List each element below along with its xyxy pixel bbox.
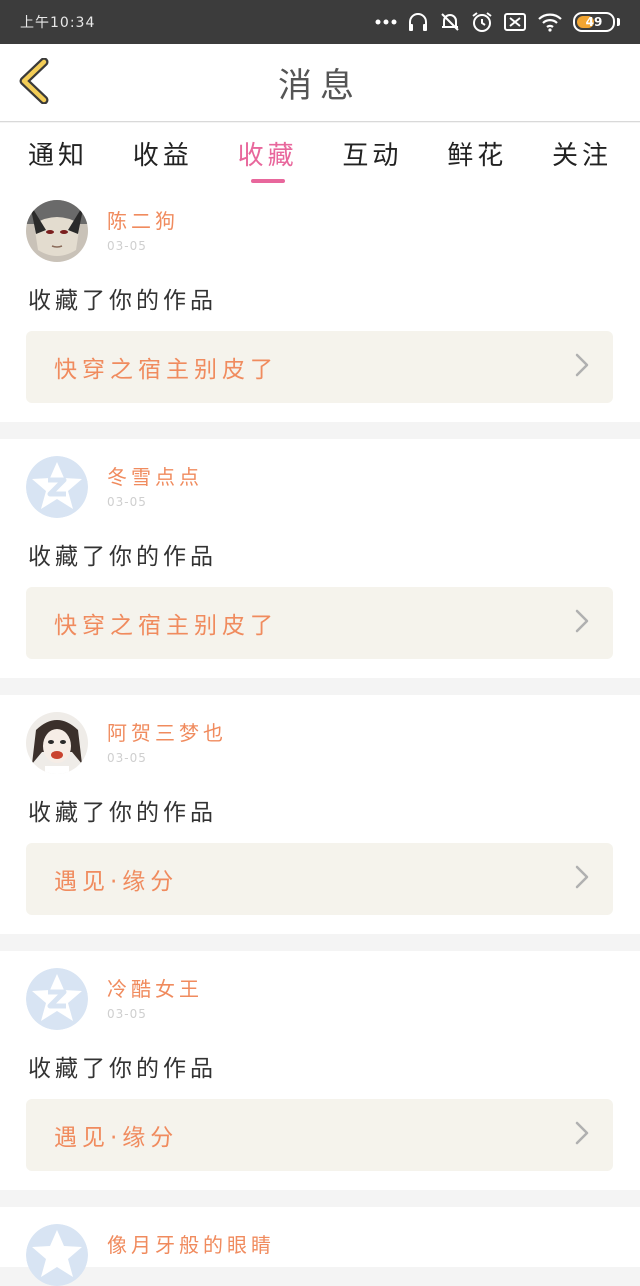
- status-bar: 上午10:34 49: [0, 0, 640, 44]
- work-link[interactable]: 遇见·缘分: [26, 843, 613, 915]
- post-date: 03-05: [107, 751, 147, 765]
- work-title: 快穿之宿主别皮了: [54, 357, 278, 383]
- tab-bar: 通知 收益 收藏 互动 鲜花 关注: [0, 123, 640, 183]
- avatar[interactable]: [26, 712, 88, 774]
- list-item: 冬雪点点 03-05 收藏了你的作品 快穿之宿主别皮了: [0, 439, 640, 678]
- user-name[interactable]: 像月牙般的眼睛: [107, 1229, 275, 1258]
- tab-earnings[interactable]: 收益: [133, 135, 193, 179]
- status-time: 上午10:34: [20, 15, 96, 31]
- post-date: 03-05: [107, 495, 147, 509]
- user-name[interactable]: 冷酷女王: [107, 973, 203, 1002]
- alarm-icon: [471, 11, 493, 33]
- tab-label: 收益: [132, 141, 193, 171]
- tab-flowers[interactable]: 鲜花: [447, 135, 507, 179]
- work-link[interactable]: 快穿之宿主别皮了: [26, 587, 613, 659]
- tab-favorites[interactable]: 收藏: [237, 135, 298, 183]
- post-date: 03-05: [107, 1007, 147, 1021]
- page-title: 消息: [278, 66, 362, 106]
- list-item: 冷酷女王 03-05 收藏了你的作品 遇见·缘分: [0, 951, 640, 1190]
- tab-interactions[interactable]: 互动: [342, 135, 402, 179]
- list-item: 陈二狗 03-05 收藏了你的作品 快穿之宿主别皮了: [0, 183, 640, 422]
- tab-label: 互动: [342, 141, 403, 171]
- tab-label: 关注: [551, 141, 612, 171]
- list-item: 像月牙般的眼睛: [0, 1207, 640, 1286]
- avatar[interactable]: [26, 200, 88, 262]
- default-avatar-icon[interactable]: [26, 1224, 88, 1286]
- default-avatar-icon[interactable]: [26, 456, 88, 518]
- tab-label: 鲜花: [447, 141, 508, 171]
- user-name[interactable]: 陈二狗: [107, 205, 179, 234]
- status-icons: 49: [375, 11, 620, 33]
- back-button[interactable]: [14, 57, 54, 108]
- app-header: 消息: [0, 44, 640, 122]
- battery-icon: 49: [573, 12, 615, 32]
- headphone-icon: [407, 11, 429, 33]
- action-text: 收藏了你的作品: [28, 544, 217, 570]
- list-item: 阿贺三梦也 03-05 收藏了你的作品 遇见·缘分: [0, 695, 640, 934]
- action-text: 收藏了你的作品: [28, 1056, 217, 1082]
- wifi-icon: [537, 12, 563, 32]
- user-name[interactable]: 阿贺三梦也: [107, 717, 227, 746]
- chevron-right-icon: [575, 353, 589, 381]
- default-avatar-icon[interactable]: [26, 968, 88, 1030]
- battery-cap: [617, 18, 620, 26]
- user-name[interactable]: 冬雪点点: [107, 461, 203, 490]
- tab-notifications[interactable]: 通知: [28, 135, 88, 179]
- work-link[interactable]: 遇见·缘分: [26, 1099, 613, 1171]
- work-title: 遇见·缘分: [54, 1125, 179, 1151]
- chevron-left-icon: [18, 57, 50, 108]
- chevron-right-icon: [575, 865, 589, 893]
- action-text: 收藏了你的作品: [28, 800, 217, 826]
- work-title: 快穿之宿主别皮了: [54, 613, 278, 639]
- mute-bell-icon: [439, 11, 461, 33]
- message-feed: 陈二狗 03-05 收藏了你的作品 快穿之宿主别皮了 冬雪点点 03-05 收藏…: [0, 183, 640, 1286]
- more-dots-icon: [375, 19, 397, 25]
- tab-follows[interactable]: 关注: [552, 135, 612, 179]
- sim-off-icon: [503, 12, 527, 32]
- work-link[interactable]: 快穿之宿主别皮了: [26, 331, 613, 403]
- post-date: 03-05: [107, 239, 147, 253]
- work-title: 遇见·缘分: [54, 869, 179, 895]
- action-text: 收藏了你的作品: [28, 288, 217, 314]
- tab-label: 收藏: [237, 141, 298, 171]
- chevron-right-icon: [575, 609, 589, 637]
- battery-percent: 49: [585, 15, 603, 29]
- chevron-right-icon: [575, 1121, 589, 1149]
- tab-label: 通知: [28, 141, 89, 171]
